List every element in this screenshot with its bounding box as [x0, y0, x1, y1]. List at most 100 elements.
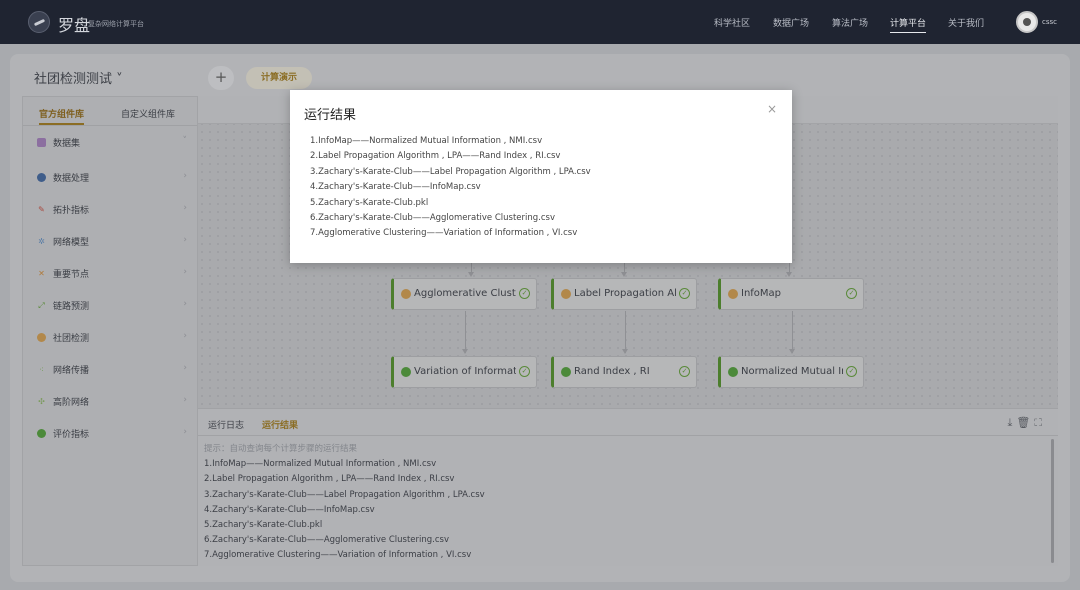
logo-subtitle: 复杂网络计算平台: [88, 20, 144, 28]
chevron-right-icon: ›: [183, 267, 187, 277]
chevron-right-icon: ›: [183, 235, 187, 245]
check-icon: ✓: [679, 288, 690, 299]
fullscreen-icon[interactable]: ⛶: [1034, 416, 1046, 429]
node-label: Agglomerative Cluster: [414, 288, 516, 299]
sidebar-item-community-detection[interactable]: 社团检测 ›: [37, 330, 187, 346]
tab-run-results[interactable]: 运行结果: [262, 418, 298, 431]
check-icon: ✓: [846, 366, 857, 377]
sidebar-item-key-nodes[interactable]: ✕ 重要节点 ›: [37, 266, 187, 282]
sidebar-item-label: 数据处理: [53, 174, 90, 184]
workflow-edge: [465, 311, 466, 353]
close-icon[interactable]: ×: [767, 102, 777, 116]
tab-run-log[interactable]: 运行日志: [208, 418, 244, 431]
node-label: Rand Index , RI: [574, 366, 650, 377]
results-modal: 运行结果 × 1.InfoMap——Normalized Mutual Info…: [290, 90, 792, 263]
sidebar-item-label: 社团检测: [53, 334, 90, 344]
top-navbar: 罗盘 复杂网络计算平台 科学社区 数据广场 算法广场 计算平台 关于我们 css…: [0, 0, 1080, 44]
chevron-right-icon: ›: [183, 395, 187, 405]
sidebar-item-label: 网络模型: [53, 238, 90, 248]
check-icon: ✓: [519, 288, 530, 299]
check-icon: ✓: [519, 366, 530, 377]
link-prediction-icon: ⤢: [38, 301, 45, 310]
avatar[interactable]: [1016, 11, 1038, 33]
result-line: 3.Zachary's-Karate-Club——Label Propagati…: [204, 489, 485, 500]
workflow-node-label-propagation[interactable]: Label Propagation Alg ✓: [551, 278, 697, 310]
project-title-dropdown[interactable]: 社团检测测试 ˅: [34, 68, 123, 87]
logo-icon[interactable]: [28, 11, 50, 33]
sidebar-item-network-spread[interactable]: ⁖ 网络传播 ›: [37, 362, 187, 378]
chevron-down-icon: ˅: [182, 136, 188, 146]
node-label: Label Propagation Alg: [574, 288, 676, 299]
nav-item-about-us[interactable]: 关于我们: [948, 16, 984, 29]
chevron-right-icon: ›: [183, 203, 187, 213]
nav-item-compute-platform[interactable]: 计算平台: [890, 16, 927, 33]
arrow-icon: [786, 272, 792, 277]
tab-custom-components[interactable]: 自定义组件库: [121, 107, 175, 120]
result-link[interactable]: 6.Zachary's-Karate-Club——Agglomerative C…: [310, 211, 591, 226]
result-line: 5.Zachary's-Karate-Club.pkl: [204, 520, 323, 531]
divider: [23, 125, 197, 126]
workflow-node-infomap[interactable]: InfoMap ✓: [718, 278, 864, 310]
check-icon: ✓: [846, 288, 857, 299]
result-link[interactable]: 1.InfoMap——Normalized Mutual Information…: [310, 134, 591, 149]
tab-official-components[interactable]: 官方组件库: [39, 107, 85, 125]
network-spread-icon: ⁖: [39, 365, 44, 374]
chevron-right-icon: ›: [183, 171, 187, 181]
chevron-right-icon: ›: [183, 299, 187, 309]
check-icon: ✓: [679, 366, 690, 377]
tab-compute-demo[interactable]: 计算演示: [246, 67, 312, 89]
result-line: 1.InfoMap——Normalized Mutual Information…: [204, 459, 437, 470]
panel-actions: ⤓🗑⛶: [1007, 416, 1046, 430]
sidebar-item-topology[interactable]: ✎ 拓扑指标 ›: [37, 202, 187, 218]
result-link[interactable]: 7.Agglomerative Clustering——Variation of…: [310, 226, 591, 241]
workflow-edge: [625, 311, 626, 353]
scrollbar[interactable]: [1051, 439, 1054, 563]
workflow-node-nmi[interactable]: Normalized Mutual Inf ✓: [718, 356, 864, 388]
sidebar-item-data-processing[interactable]: 数据处理 ›: [37, 170, 187, 186]
result-link[interactable]: 4.Zachary's-Karate-Club——InfoMap.csv: [310, 180, 591, 195]
data-processing-icon: [37, 173, 46, 182]
user-name[interactable]: cssc: [1042, 18, 1057, 26]
workflow-node-rand-index[interactable]: Rand Index , RI ✓: [551, 356, 697, 388]
delete-icon[interactable]: 🗑: [1016, 416, 1034, 429]
chevron-right-icon: ›: [183, 331, 187, 341]
sidebar-item-label: 网络传播: [53, 366, 90, 376]
sidebar-item-evaluation[interactable]: 评价指标 ›: [37, 426, 187, 442]
sidebar-item-network-model[interactable]: ✲ 网络模型 ›: [37, 234, 187, 250]
nav-item-science-community[interactable]: 科学社区: [714, 16, 750, 29]
dataset-icon: [37, 138, 46, 147]
workflow-edge: [792, 311, 793, 353]
logo-text[interactable]: 罗盘: [58, 12, 90, 36]
sidebar-item-dataset[interactable]: 数据集 ˅: [37, 135, 187, 151]
chevron-right-icon: ›: [183, 363, 187, 373]
sidebar-item-high-order-network[interactable]: ✣ 高阶网络 ›: [37, 394, 187, 410]
workflow-node-variation-of-information[interactable]: Variation of Informatic ✓: [391, 356, 537, 388]
node-label: Variation of Informatic: [414, 366, 516, 377]
arrow-icon: [789, 349, 795, 354]
network-model-icon: ✲: [38, 237, 45, 246]
result-link[interactable]: 2.Label Propagation Algorithm , LPA——Ran…: [310, 149, 591, 164]
sidebar-item-label: 链路预测: [53, 302, 90, 312]
evaluation-icon: [728, 367, 738, 377]
high-order-icon: ✣: [38, 397, 45, 406]
add-tab-button[interactable]: +: [208, 66, 234, 90]
download-icon[interactable]: ⤓: [1007, 416, 1016, 429]
sidebar-item-label: 重要节点: [53, 270, 90, 280]
arrow-icon: [621, 272, 627, 277]
nav-item-algorithm-square[interactable]: 算法广场: [832, 16, 868, 29]
sidebar-item-link-prediction[interactable]: ⤢ 链路预测 ›: [37, 298, 187, 314]
sidebar-item-label: 数据集: [53, 139, 81, 149]
key-node-icon: ✕: [38, 269, 45, 278]
evaluation-icon: [37, 429, 46, 438]
result-link[interactable]: 5.Zachary's-Karate-Club.pkl: [310, 196, 591, 211]
sidebar-item-label: 高阶网络: [53, 398, 90, 408]
result-link[interactable]: 3.Zachary's-Karate-Club——Label Propagati…: [310, 165, 591, 180]
nav-item-data-square[interactable]: 数据广场: [773, 16, 809, 29]
node-label: InfoMap: [741, 288, 782, 299]
results-panel: 运行日志 运行结果 ⤓🗑⛶ 提示：自动查询每个计算步骤的运行结果 1.InfoM…: [198, 408, 1058, 566]
modal-body: 1.InfoMap——Normalized Mutual Information…: [310, 134, 591, 242]
results-log: 提示：自动查询每个计算步骤的运行结果 1.InfoMap——Normalized…: [204, 442, 485, 564]
component-sidebar: 官方组件库 自定义组件库 数据集 ˅ 数据处理 › ✎ 拓扑指标 › ✲ 网络模…: [22, 96, 198, 566]
arrow-icon: [462, 349, 468, 354]
workflow-node-agglomerative[interactable]: Agglomerative Cluster ✓: [391, 278, 537, 310]
